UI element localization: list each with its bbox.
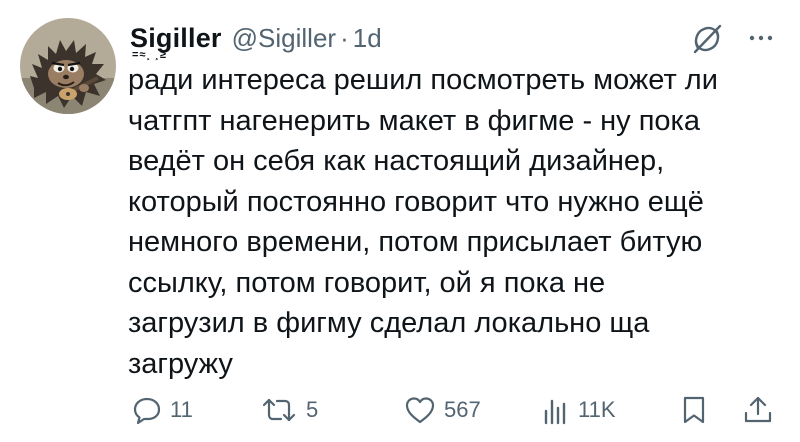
display-name-text: Sigiller [130, 22, 222, 53]
tweet-header: Sigiller =≈¸ ¸≥ @Sigiller · 1d [130, 18, 382, 61]
more-icon[interactable] [748, 28, 774, 48]
tweet-text: ради интереса решил посмотреть может ли … [128, 64, 718, 380]
grok-icon[interactable] [690, 22, 724, 56]
like-button[interactable]: 567 [404, 390, 481, 430]
share-button[interactable] [742, 390, 774, 430]
tweet-actions: 11 5 567 11K [0, 384, 800, 434]
separator-dot: · [340, 22, 349, 53]
retweet-button[interactable]: 5 [260, 390, 318, 430]
tweet-time[interactable]: 1d [353, 23, 382, 54]
bookmark-icon [683, 396, 705, 424]
avatar[interactable] [20, 18, 116, 114]
views-button[interactable]: 11K [540, 390, 616, 430]
retweet-icon [262, 398, 296, 422]
retweet-count: 5 [306, 397, 319, 422]
reply-button[interactable]: 11 [132, 390, 193, 430]
bookmark-button[interactable] [680, 390, 708, 430]
display-name[interactable]: Sigiller =≈¸ ¸≥ [130, 22, 222, 61]
reply-icon [133, 397, 161, 425]
display-name-decoration: =≈¸ ¸≥ [132, 48, 167, 61]
like-count: 567 [444, 397, 481, 422]
share-icon [744, 396, 772, 423]
user-handle[interactable]: @Sigiller [232, 23, 336, 54]
heart-icon [405, 397, 435, 424]
views-icon [544, 399, 566, 425]
views-count: 11K [578, 397, 616, 422]
reply-count: 11 [170, 397, 193, 422]
tweet: Sigiller =≈¸ ¸≥ @Sigiller · 1d ради инте… [0, 0, 800, 442]
hedgehog-avatar-icon [20, 18, 116, 114]
